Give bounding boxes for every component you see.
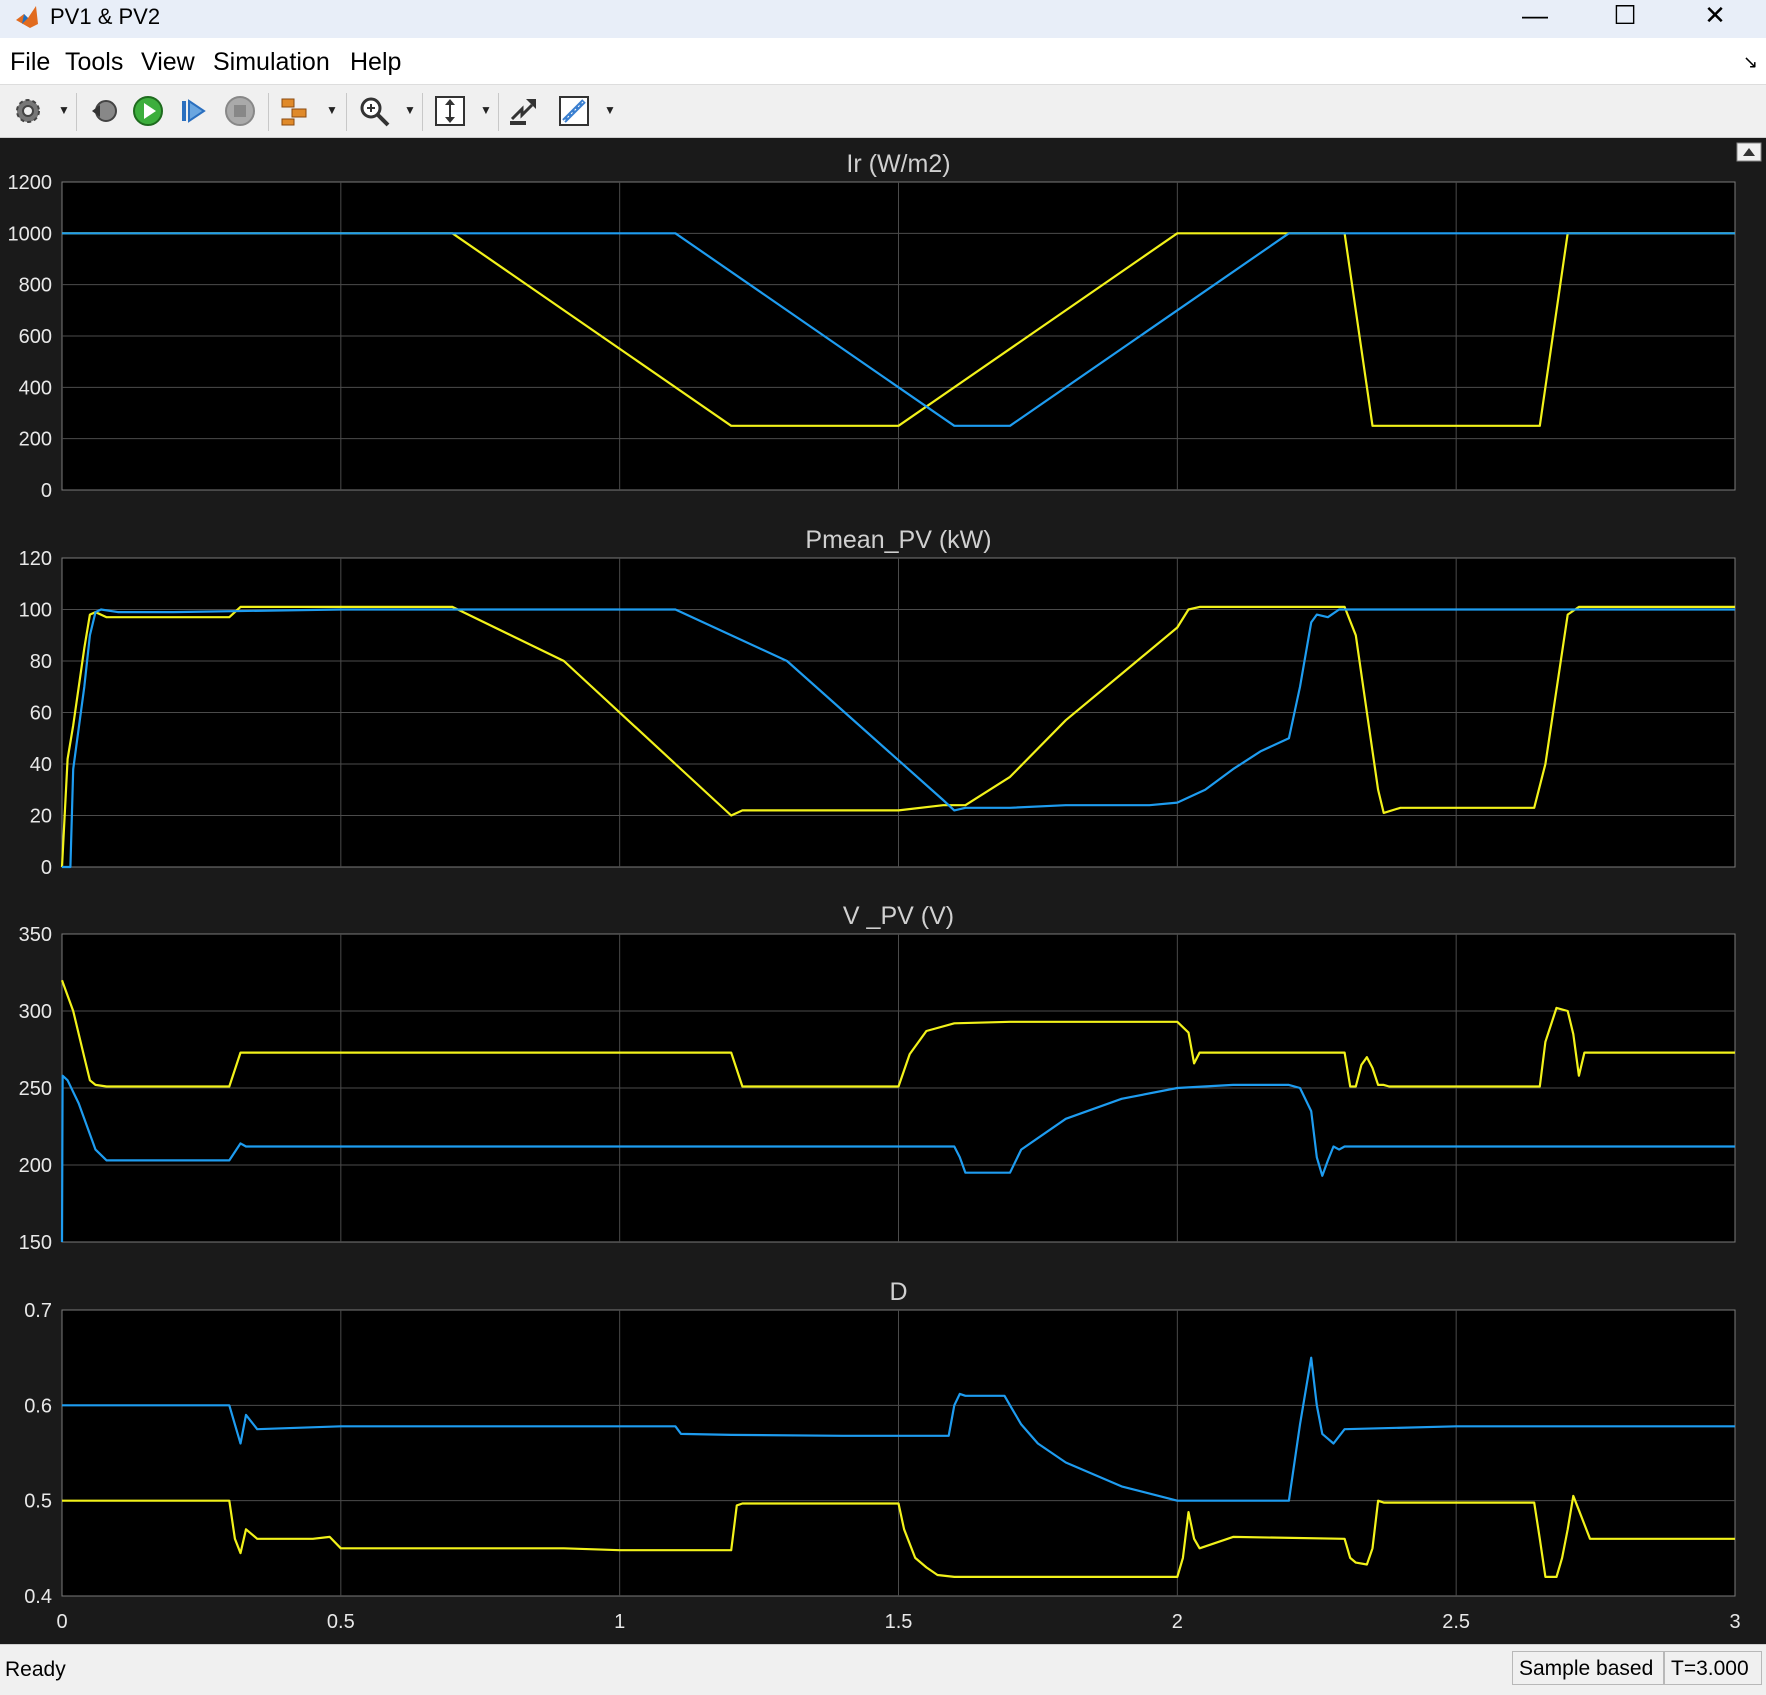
axes-panel-2: 0 20 40 60 80 100 120 Pmean_PV (kW) [19,526,1736,879]
y-tick-label: 120 [19,548,52,570]
matlab-app-icon [16,6,38,28]
measure-icon[interactable] [556,93,592,129]
zoom-dropdown-icon[interactable]: ▼ [404,103,416,117]
signal-select-icon[interactable] [278,93,314,129]
status-bar: Ready Sample based T=3.000 [0,1644,1766,1695]
y-tick-label: 60 [30,703,52,725]
close-button[interactable]: ✕ [1670,0,1760,30]
menu-view[interactable]: View [141,48,195,77]
settings-icon[interactable] [10,93,46,129]
y-tick-label: 1000 [8,223,53,245]
fit-icon[interactable] [432,93,468,129]
y-tick-label: 200 [19,1155,52,1177]
toolbar-separator [498,93,499,131]
scope-plot-area: 0 200 400 600 800 1000 1200 Ir (W/m2) 0 20 40 60 80 1… [0,138,1766,1644]
toolbar-separator [346,93,347,131]
y-tick-label: 0 [41,480,52,502]
y-tick-label: 350 [19,924,52,946]
y-tick-label: 100 [19,600,52,622]
toolbar-separator [268,93,269,131]
axes-panel-3: 150 200 250 300 350 V _PV (V) [19,902,1736,1254]
zoom-icon[interactable] [356,93,392,129]
measure-dropdown-icon[interactable]: ▼ [604,103,616,117]
menu-simulation[interactable]: Simulation [213,48,330,77]
x-tick-label: 2.5 [1442,1611,1470,1633]
y-tick-label: 0.7 [24,1300,52,1322]
toolbar-separator [76,93,77,131]
y-tick-label: 300 [19,1001,52,1023]
axes-title: D [889,1278,907,1306]
y-tick-label: 0 [41,857,52,879]
x-tick-label: 0.5 [327,1611,355,1633]
settings-dropdown-icon[interactable]: ▼ [58,103,70,117]
window-titlebar: PV1 & PV2 — ☐ ✕ [0,0,1766,38]
y-tick-label: 200 [19,429,52,451]
axes-panel-1: 0 200 400 600 800 1000 1200 Ir (W/m2) [8,150,1736,502]
undock-arrow-icon[interactable]: ↘ [1743,52,1758,73]
x-tick-label: 0 [56,1611,67,1633]
window-title: PV1 & PV2 [50,4,161,29]
menu-help[interactable]: Help [350,48,401,77]
fit-dropdown-icon[interactable]: ▼ [480,103,492,117]
axes-title: Pmean_PV (kW) [805,526,991,554]
y-tick-label: 600 [19,326,52,348]
stop-icon[interactable] [222,93,258,129]
y-tick-label: 80 [30,651,52,673]
axes-title: V _PV (V) [843,902,954,930]
y-tick-label: 20 [30,806,52,828]
menu-bar: File Tools View Simulation Help ↘ [0,38,1766,85]
y-tick-label: 1200 [8,172,53,194]
x-tick-label: 1.5 [885,1611,913,1633]
status-sample-mode: Sample based [1512,1651,1664,1685]
minimize-button[interactable]: — [1490,0,1580,30]
y-tick-label: 800 [19,275,52,297]
axes-panel-4: 0.4 0.5 0.6 0.7 0 0.5 1 1.5 2 2.5 3 D [24,1278,1740,1633]
y-tick-label: 150 [19,1232,52,1254]
y-tick-label: 0.4 [24,1586,52,1608]
toolbar-separator [422,93,423,131]
y-tick-label: 0.6 [24,1395,52,1417]
step-back-icon[interactable] [86,93,122,129]
signal-dropdown-icon[interactable]: ▼ [326,103,338,117]
status-time: T=3.000 [1664,1651,1762,1685]
x-tick-label: 2 [1172,1611,1183,1633]
maximize-button[interactable]: ☐ [1580,0,1670,30]
y-tick-label: 250 [19,1078,52,1100]
y-tick-label: 400 [19,377,52,399]
axes-title: Ir (W/m2) [846,150,950,178]
autoscale-icon[interactable] [506,93,542,129]
menu-file[interactable]: File [10,48,50,77]
y-tick-label: 40 [30,754,52,776]
menu-tools[interactable]: Tools [65,48,123,77]
toolbar: ▼ ▼ ▼ ▼ ▼ [0,85,1766,138]
step-forward-icon[interactable] [176,93,212,129]
x-tick-label: 1 [614,1611,625,1633]
y-tick-label: 0.5 [24,1491,52,1513]
x-tick-label: 3 [1729,1611,1740,1633]
status-ready: Ready [5,1658,66,1681]
run-icon[interactable] [130,93,166,129]
scope-figure: 020040060080010001200Ir (W/m2)0204060801… [8,142,1762,1633]
